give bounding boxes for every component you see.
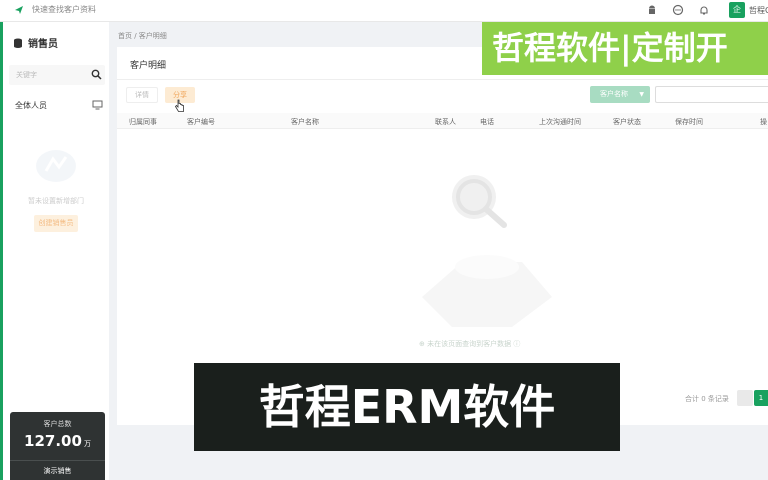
sidebar-title: 销售员	[28, 39, 58, 50]
column-header[interactable]: 客户编号	[187, 117, 215, 127]
database-icon	[14, 38, 22, 48]
filter-select-label: 客户名称	[600, 90, 628, 98]
pager-prev-button[interactable]	[737, 390, 753, 406]
title-divider	[117, 79, 768, 80]
sidebar-empty-text: 暂未设置新增部门	[28, 197, 84, 205]
column-header[interactable]: 客户状态	[613, 117, 641, 127]
customer-total-value: 127.00 万	[10, 431, 105, 450]
column-header[interactable]: 客户名称	[291, 117, 319, 127]
all-people-label: 全体人员	[15, 101, 47, 110]
monitor-icon	[92, 100, 103, 110]
help-icon: ⓘ	[511, 340, 521, 348]
chevron-down-icon: ▼	[639, 91, 644, 98]
page-title: 客户明细	[130, 61, 167, 71]
empty-state-illustration	[36, 150, 76, 182]
pager-total: 合计 0 条记录	[685, 395, 729, 403]
watermark-banner-top: 哲程软件|定制开	[482, 22, 768, 75]
table-header: 归属同事 客户编号 客户名称 联系人 电话 上次沟通时间 客户状态 保存时间 操	[117, 113, 768, 129]
create-salesperson-button[interactable]: 创建销售员	[34, 215, 78, 232]
column-header[interactable]: 电话	[480, 117, 494, 127]
column-header[interactable]: 联系人	[435, 117, 456, 127]
bell-icon[interactable]	[698, 4, 710, 16]
demo-sales-button[interactable]: 演示销售	[10, 460, 105, 480]
customer-total-unit: 万	[83, 440, 91, 448]
sidebar-item-all-people[interactable]: 全体人员	[9, 95, 105, 115]
customer-name-filter-select[interactable]: 客户名称 ▼	[590, 86, 650, 103]
watermark-banner-bottom: 哲程ERM软件	[194, 363, 620, 451]
column-header[interactable]: 操	[760, 117, 767, 127]
user-avatar[interactable]: 企	[729, 2, 745, 18]
sidebar-search-input[interactable]: 关键字	[9, 65, 105, 85]
empty-table-message: ⊕ 未在该页面查询到客户数据 ⓘ	[419, 339, 520, 349]
info-icon: ⊕	[419, 340, 428, 348]
search-icon[interactable]	[91, 69, 102, 80]
customer-total-label: 客户总数	[43, 420, 72, 428]
chat-icon[interactable]	[672, 4, 684, 16]
customer-total-number: 127.00	[24, 432, 82, 450]
user-name[interactable]: 哲程C	[749, 5, 768, 16]
filter-search-input[interactable]	[655, 86, 768, 103]
paper-plane-icon	[15, 6, 23, 14]
empty-table-illustration	[422, 175, 552, 327]
pager-page-1[interactable]: 1	[754, 390, 768, 406]
top-bar: 快速查找客户资料 企 哲程C	[0, 0, 768, 22]
column-header[interactable]: 保存时间	[675, 117, 703, 127]
customer-total-card: 客户总数 127.00 万 演示销售	[10, 412, 105, 480]
app-title: 快速查找客户资料	[32, 5, 96, 14]
android-icon[interactable]	[646, 4, 658, 16]
breadcrumb[interactable]: 首页 / 客户明细	[118, 31, 167, 41]
detail-button[interactable]: 详情	[126, 87, 158, 103]
search-placeholder: 关键字	[16, 71, 37, 79]
hand-cursor-icon	[175, 99, 184, 112]
column-header[interactable]: 上次沟通时间	[539, 117, 581, 127]
empty-table-text: 未在该页面查询到客户数据	[427, 340, 512, 348]
sidebar-header: 销售员	[13, 35, 58, 50]
column-header[interactable]: 归属同事	[129, 117, 157, 127]
